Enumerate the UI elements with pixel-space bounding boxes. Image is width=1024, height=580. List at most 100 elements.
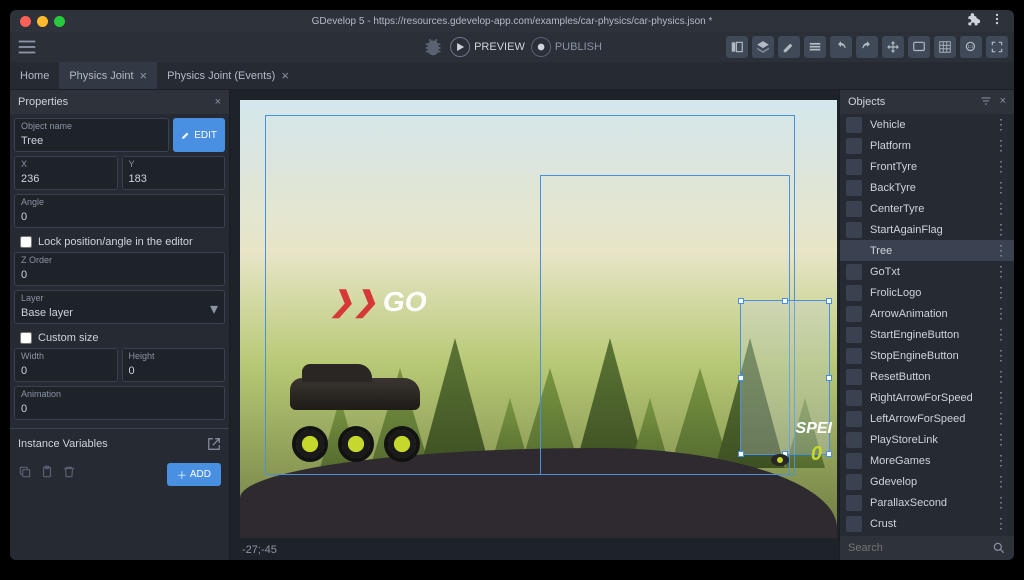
object-more-icon[interactable]: ⋮ — [994, 347, 1008, 364]
move-icon[interactable] — [882, 36, 904, 58]
object-more-icon[interactable]: ⋮ — [994, 389, 1008, 406]
objects-search-input[interactable] — [848, 542, 992, 554]
object-more-icon[interactable]: ⋮ — [994, 326, 1008, 343]
y-input[interactable] — [129, 173, 219, 185]
scene-canvas[interactable]: GO SPEI 0 -27;-45 — [230, 90, 839, 560]
zorder-input[interactable] — [21, 269, 218, 281]
object-item-stopenginebutton[interactable]: StopEngineButton⋮ — [840, 345, 1014, 366]
more-icon[interactable] — [990, 12, 1004, 31]
redo-icon[interactable] — [856, 36, 878, 58]
grid-icon[interactable] — [934, 36, 956, 58]
window-controls — [10, 16, 65, 27]
animation-input[interactable] — [21, 403, 218, 415]
panel-toggle-icon[interactable] — [726, 36, 748, 58]
eye-icon[interactable] — [771, 454, 789, 466]
object-thumbnail-icon — [846, 243, 862, 259]
object-more-icon[interactable]: ⋮ — [994, 158, 1008, 175]
object-more-icon[interactable]: ⋮ — [994, 137, 1008, 154]
angle-input[interactable] — [21, 211, 218, 223]
object-item-startenginebutton[interactable]: StartEngineButton⋮ — [840, 324, 1014, 345]
object-item-arrowanimation[interactable]: ArrowAnimation⋮ — [840, 303, 1014, 324]
svg-text:1:1: 1:1 — [968, 44, 974, 49]
list-icon[interactable] — [804, 36, 826, 58]
height-input[interactable] — [129, 365, 219, 377]
object-more-icon[interactable]: ⋮ — [994, 200, 1008, 217]
lock-position-checkbox[interactable]: Lock position/angle in the editor — [14, 232, 225, 252]
object-item-rightarrowforspeed[interactable]: RightArrowForSpeed⋮ — [840, 387, 1014, 408]
object-more-icon[interactable]: ⋮ — [994, 263, 1008, 280]
object-item-gdevelop[interactable]: Gdevelop⋮ — [840, 471, 1014, 492]
debug-icon[interactable] — [422, 36, 444, 58]
fullscreen-icon[interactable] — [986, 36, 1008, 58]
object-more-icon[interactable]: ⋮ — [994, 284, 1008, 301]
close-tab-icon[interactable]: × — [281, 68, 289, 83]
close-properties-icon[interactable]: × — [215, 96, 221, 108]
object-item-startagainflag[interactable]: StartAgainFlag⋮ — [840, 219, 1014, 240]
close-tab-icon[interactable]: × — [140, 68, 148, 83]
object-more-icon[interactable]: ⋮ — [994, 410, 1008, 427]
edit-tool-icon[interactable] — [778, 36, 800, 58]
object-name-input[interactable] — [21, 135, 162, 147]
minimize-window-button[interactable] — [37, 16, 48, 27]
object-more-icon[interactable]: ⋮ — [994, 368, 1008, 385]
object-more-icon[interactable]: ⋮ — [994, 221, 1008, 238]
tab-physics-joint-(events)[interactable]: Physics Joint (Events)× — [157, 62, 299, 89]
delete-icon[interactable] — [62, 465, 76, 484]
object-item-backtyre[interactable]: BackTyre⋮ — [840, 177, 1014, 198]
properties-header: Properties — [18, 96, 68, 108]
objects-header: Objects — [848, 96, 885, 108]
object-item-moregames[interactable]: MoreGames⋮ — [840, 450, 1014, 471]
object-item-leftarrowforspeed[interactable]: LeftArrowForSpeed⋮ — [840, 408, 1014, 429]
speed-value-object[interactable]: 0 — [811, 443, 822, 466]
copy-icon[interactable] — [18, 465, 32, 484]
layers-icon[interactable] — [752, 36, 774, 58]
maximize-window-button[interactable] — [54, 16, 65, 27]
close-objects-icon[interactable]: × — [1000, 95, 1006, 110]
speed-text-object[interactable]: SPEI — [796, 420, 832, 438]
object-item-froliclogo[interactable]: FrolicLogo⋮ — [840, 282, 1014, 303]
filter-icon[interactable] — [980, 95, 992, 110]
paste-icon[interactable] — [40, 465, 54, 484]
object-item-gotxt[interactable]: GoTxt⋮ — [840, 261, 1014, 282]
object-item-tree[interactable]: Tree⋮ — [840, 240, 1014, 261]
object-item-parallaxsecond[interactable]: ParallaxSecond⋮ — [840, 492, 1014, 513]
object-more-icon[interactable]: ⋮ — [994, 242, 1008, 259]
object-item-crust[interactable]: Crust⋮ — [840, 513, 1014, 534]
close-window-button[interactable] — [20, 16, 31, 27]
custom-size-checkbox[interactable]: Custom size — [14, 328, 225, 348]
object-more-icon[interactable]: ⋮ — [994, 452, 1008, 469]
object-item-vehicle[interactable]: Vehicle⋮ — [840, 114, 1014, 135]
zoom-fit-icon[interactable]: 1:1 — [960, 36, 982, 58]
extension-icon[interactable] — [966, 12, 980, 31]
x-input[interactable] — [21, 173, 111, 185]
layer-select[interactable]: LayerBase layer▾ — [14, 290, 225, 324]
object-thumbnail-icon — [846, 264, 862, 280]
object-item-platform[interactable]: Platform⋮ — [840, 135, 1014, 156]
object-more-icon[interactable]: ⋮ — [994, 179, 1008, 196]
undo-icon[interactable] — [830, 36, 852, 58]
object-thumbnail-icon — [846, 201, 862, 217]
object-more-icon[interactable]: ⋮ — [994, 473, 1008, 490]
object-thumbnail-icon — [846, 453, 862, 469]
tab-physics-joint[interactable]: Physics Joint× — [59, 62, 157, 89]
object-item-centertyre[interactable]: CenterTyre⋮ — [840, 198, 1014, 219]
add-variable-button[interactable]: ＋ ADD — [167, 463, 221, 486]
object-more-icon[interactable]: ⋮ — [994, 515, 1008, 532]
app-window: GDevelop 5 - https://resources.gdevelop-… — [10, 10, 1014, 560]
preview-button[interactable]: PREVIEW — [450, 37, 525, 57]
edit-button[interactable]: EDIT — [173, 118, 225, 152]
object-more-icon[interactable]: ⋮ — [994, 305, 1008, 322]
instance-variables-header[interactable]: Instance Variables — [10, 428, 229, 459]
open-icon — [207, 437, 221, 451]
publish-button[interactable]: PUBLISH — [531, 37, 602, 57]
menu-icon[interactable] — [16, 36, 38, 58]
object-more-icon[interactable]: ⋮ — [994, 116, 1008, 133]
tab-home[interactable]: Home — [10, 62, 59, 89]
object-item-fronttyre[interactable]: FrontTyre⋮ — [840, 156, 1014, 177]
screen-icon[interactable] — [908, 36, 930, 58]
object-item-resetbutton[interactable]: ResetButton⋮ — [840, 366, 1014, 387]
object-more-icon[interactable]: ⋮ — [994, 431, 1008, 448]
width-input[interactable] — [21, 365, 111, 377]
object-more-icon[interactable]: ⋮ — [994, 494, 1008, 511]
object-item-playstorelink[interactable]: PlayStoreLink⋮ — [840, 429, 1014, 450]
